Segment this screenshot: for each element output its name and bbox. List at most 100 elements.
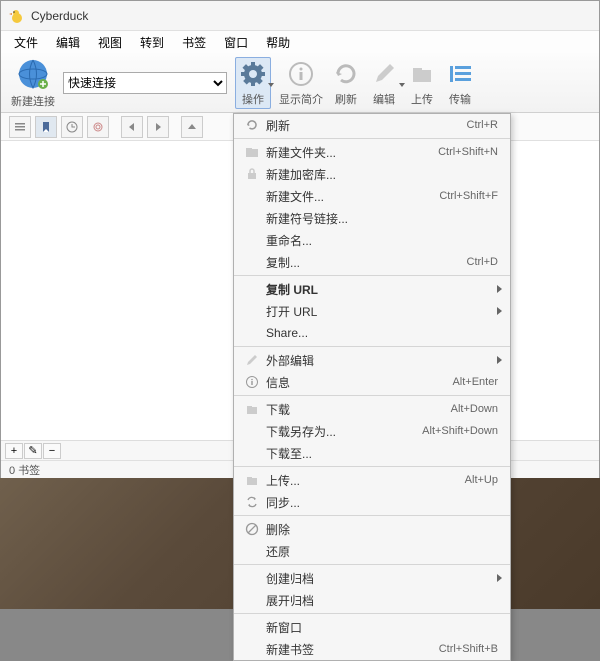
menu-item-shortcut: Alt+Up xyxy=(465,474,498,486)
menu-separator xyxy=(234,613,510,614)
submenu-arrow-icon xyxy=(497,307,502,315)
blank-icon xyxy=(242,210,262,226)
menu-item-label: 新建文件... xyxy=(266,188,439,205)
menu-item[interactable]: 还原 xyxy=(234,540,510,562)
menu-view[interactable]: 视图 xyxy=(89,32,131,53)
menu-file[interactable]: 文件 xyxy=(5,32,47,53)
upload-label: 上传 xyxy=(411,91,433,107)
menu-item[interactable]: 下载另存为...Alt+Shift+Down xyxy=(234,420,510,442)
menu-item[interactable]: 下载Alt+Down xyxy=(234,398,510,420)
menu-item-label: 新建加密库... xyxy=(266,166,502,183)
blank-icon xyxy=(242,445,262,461)
upload-icon xyxy=(242,472,262,488)
menu-item-shortcut: Alt+Enter xyxy=(452,376,498,388)
blank-icon xyxy=(242,592,262,608)
menu-help[interactable]: 帮助 xyxy=(257,32,299,53)
add-button[interactable]: + xyxy=(5,443,23,459)
pencil-icon xyxy=(242,352,262,368)
menu-item[interactable]: 新建文件夹...Ctrl+Shift+N xyxy=(234,141,510,163)
menu-item[interactable]: 复制 URL xyxy=(234,278,510,300)
menu-item[interactable]: 同步... xyxy=(234,491,510,513)
blank-icon xyxy=(242,188,262,204)
view-bookmark-button[interactable] xyxy=(35,116,57,138)
nav-forward-button[interactable] xyxy=(147,116,169,138)
titlebar[interactable]: Cyberduck xyxy=(1,1,599,31)
menu-item-label: 打开 URL xyxy=(266,303,497,320)
blank-icon xyxy=(242,543,262,559)
menu-edit[interactable]: 编辑 xyxy=(47,32,89,53)
blank-icon xyxy=(242,281,262,297)
delete-button[interactable]: − xyxy=(43,443,61,459)
menu-bookmarks[interactable]: 书签 xyxy=(173,32,215,53)
blank-icon xyxy=(242,423,262,439)
menu-item[interactable]: 下载至... xyxy=(234,442,510,464)
blank-icon xyxy=(242,570,262,586)
submenu-arrow-icon xyxy=(497,285,502,293)
menu-item[interactable]: 信息Alt+Enter xyxy=(234,371,510,393)
menubar: 文件 编辑 视图 转到 书签 窗口 帮助 xyxy=(1,31,599,53)
menu-item-shortcut: Alt+Down xyxy=(451,403,498,415)
menu-item[interactable]: 新建书签Ctrl+Shift+B xyxy=(234,638,510,660)
info-icon xyxy=(242,374,262,390)
view-history-button[interactable] xyxy=(61,116,83,138)
menu-goto[interactable]: 转到 xyxy=(131,32,173,53)
menu-item[interactable]: 删除 xyxy=(234,518,510,540)
menu-window[interactable]: 窗口 xyxy=(215,32,257,53)
view-list-button[interactable] xyxy=(9,116,31,138)
menu-item-shortcut: Alt+Shift+Down xyxy=(422,425,498,437)
menu-separator xyxy=(234,275,510,276)
menu-separator xyxy=(234,466,510,467)
menu-item[interactable]: 创建归档 xyxy=(234,567,510,589)
menu-item-label: 上传... xyxy=(266,472,465,489)
menu-item[interactable]: 新建加密库... xyxy=(234,163,510,185)
menu-item-label: 新建文件夹... xyxy=(266,144,438,161)
menu-item[interactable]: 新建符号链接... xyxy=(234,207,510,229)
transfer-button[interactable]: 传输 xyxy=(445,59,475,107)
menu-item-shortcut: Ctrl+R xyxy=(467,119,498,131)
menu-separator xyxy=(234,515,510,516)
menu-item[interactable]: 外部编辑 xyxy=(234,349,510,371)
gear-icon xyxy=(238,59,268,89)
menu-item[interactable]: 重命名... xyxy=(234,229,510,251)
menu-item[interactable]: 新窗口 xyxy=(234,616,510,638)
upload-button[interactable]: 上传 xyxy=(407,59,437,107)
action-button[interactable]: 操作 xyxy=(235,57,271,109)
quick-connect-dropdown[interactable]: 快速连接 xyxy=(63,72,227,94)
edit-bookmark-button[interactable]: ✎ xyxy=(24,443,42,459)
menu-separator xyxy=(234,346,510,347)
upload-icon xyxy=(407,59,437,89)
edit-label: 编辑 xyxy=(373,91,395,107)
show-info-button[interactable]: 显示简介 xyxy=(279,59,323,107)
view-bonjour-button[interactable] xyxy=(87,116,109,138)
menu-item-label: 刷新 xyxy=(266,117,467,134)
action-label: 操作 xyxy=(242,91,264,107)
refresh-button[interactable]: 刷新 xyxy=(331,59,361,107)
blank-icon xyxy=(242,619,262,635)
menu-item[interactable]: 上传...Alt+Up xyxy=(234,469,510,491)
menu-item[interactable]: 打开 URL xyxy=(234,300,510,322)
menu-item-label: 新建书签 xyxy=(266,641,439,658)
refresh-icon xyxy=(331,59,361,89)
menu-item-label: 同步... xyxy=(266,494,502,511)
menu-item[interactable]: Share... xyxy=(234,322,510,344)
transfer-icon xyxy=(445,59,475,89)
transfer-label: 传输 xyxy=(449,91,471,107)
menu-item-label: 复制 URL xyxy=(266,281,497,298)
menu-item-label: 展开归档 xyxy=(266,592,502,609)
menu-item[interactable]: 新建文件...Ctrl+Shift+F xyxy=(234,185,510,207)
edit-button[interactable]: 编辑 xyxy=(369,59,399,107)
sync-icon xyxy=(242,494,262,510)
menu-item-label: Share... xyxy=(266,326,502,340)
new-connection-button[interactable]: 新建连接 xyxy=(11,57,55,109)
status-text: 0 书签 xyxy=(9,462,40,478)
menu-item-label: 下载至... xyxy=(266,445,502,462)
menu-item[interactable]: 刷新Ctrl+R xyxy=(234,114,510,136)
blank-icon xyxy=(242,232,262,248)
menu-separator xyxy=(234,138,510,139)
nav-up-button[interactable] xyxy=(181,116,203,138)
globe-icon xyxy=(16,57,50,91)
menu-item[interactable]: 展开归档 xyxy=(234,589,510,611)
menu-item[interactable]: 复制...Ctrl+D xyxy=(234,251,510,273)
nav-back-button[interactable] xyxy=(121,116,143,138)
stop-icon xyxy=(242,521,262,537)
